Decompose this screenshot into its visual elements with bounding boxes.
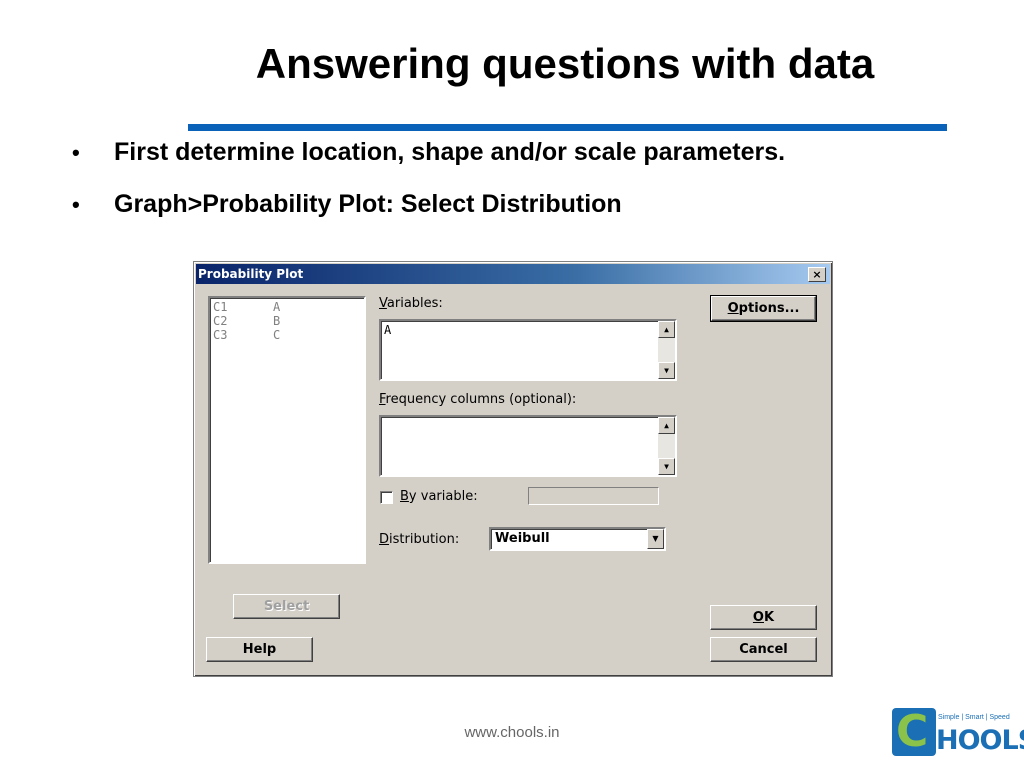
distribution-label-accel: D — [379, 532, 390, 547]
distribution-label-text: istribution: — [389, 532, 460, 547]
dialog-titlebar[interactable]: Probability Plot × — [196, 264, 830, 284]
variables-scrollbar[interactable]: ▲ ▼ — [658, 321, 675, 379]
column-name: B — [273, 314, 281, 328]
variables-value: A — [384, 323, 392, 337]
chools-logo: C Simple | Smart | Speed HOOLS — [892, 706, 1024, 758]
bullet-dot: • — [72, 140, 80, 165]
bullet-text: First determine location, shape and/or s… — [114, 138, 786, 166]
by-variable-label: By variable: — [400, 489, 478, 504]
list-item[interactable]: C2 B — [213, 314, 361, 328]
ok-button-text: K — [763, 610, 775, 625]
logo-tagline: Simple | Smart | Speed — [938, 714, 1010, 721]
distribution-label: Distribution: — [379, 532, 459, 547]
variables-label-text: ariables: — [386, 296, 443, 311]
variables-label-accel: V — [379, 296, 387, 311]
by-variable-checkbox[interactable] — [380, 491, 393, 504]
options-button-text: ptions... — [738, 301, 800, 316]
distribution-value: Weibull — [495, 531, 550, 546]
select-button[interactable]: Select — [233, 594, 340, 619]
bullet-item: • First determine location, shape and/or… — [72, 138, 972, 190]
scroll-down-icon[interactable]: ▼ — [658, 362, 675, 379]
bullet-list: • First determine location, shape and/or… — [72, 138, 972, 242]
bullet-text: Graph>Probability Plot: Select Distribut… — [114, 190, 622, 218]
bullet-dot: • — [72, 192, 80, 217]
title-underline — [188, 124, 947, 131]
column-id: C2 — [213, 314, 228, 328]
chevron-down-icon[interactable]: ▼ — [647, 529, 664, 549]
slide-title: Answering questions with data — [255, 40, 875, 87]
probability-plot-dialog: Probability Plot × C1 A C2 B C3 C Variab… — [193, 261, 833, 677]
by-variable-input — [528, 487, 659, 505]
scroll-up-icon[interactable]: ▲ — [658, 321, 675, 338]
frequency-scrollbar[interactable]: ▲ ▼ — [658, 417, 675, 475]
column-id: C3 — [213, 328, 228, 342]
frequency-input[interactable]: ▲ ▼ — [379, 415, 677, 477]
by-variable-label-accel: B — [400, 489, 409, 504]
column-id: C1 — [213, 300, 228, 314]
dialog-title: Probability Plot — [198, 267, 304, 281]
list-item[interactable]: C3 C — [213, 328, 361, 342]
close-icon[interactable]: × — [808, 267, 826, 282]
scroll-down-icon[interactable]: ▼ — [658, 458, 675, 475]
bullet-item: • Graph>Probability Plot: Select Distrib… — [72, 190, 972, 242]
column-list[interactable]: C1 A C2 B C3 C — [208, 296, 366, 564]
column-name: A — [273, 300, 281, 314]
cancel-button[interactable]: Cancel — [710, 637, 817, 662]
logo-wordmark: HOOLS — [936, 725, 1024, 756]
ok-button[interactable]: OK — [710, 605, 817, 630]
logo-letter: C — [896, 706, 929, 757]
scroll-up-icon[interactable]: ▲ — [658, 417, 675, 434]
ok-button-accel: O — [752, 610, 764, 625]
distribution-select[interactable]: Weibull ▼ — [489, 527, 666, 551]
variables-input[interactable]: A ▲ ▼ — [379, 319, 677, 381]
help-button[interactable]: Help — [206, 637, 313, 662]
frequency-label-text: requency columns (optional): — [385, 392, 577, 407]
options-button-accel: O — [727, 301, 739, 316]
column-name: C — [273, 328, 281, 342]
frequency-label: Frequency columns (optional): — [379, 392, 576, 407]
list-item[interactable]: C1 A — [213, 300, 361, 314]
footer-url[interactable]: www.chools.in — [0, 724, 1024, 741]
by-variable-label-text: y variable: — [408, 489, 478, 504]
variables-label: Variables: — [379, 296, 443, 311]
options-button[interactable]: Options... — [710, 295, 817, 322]
